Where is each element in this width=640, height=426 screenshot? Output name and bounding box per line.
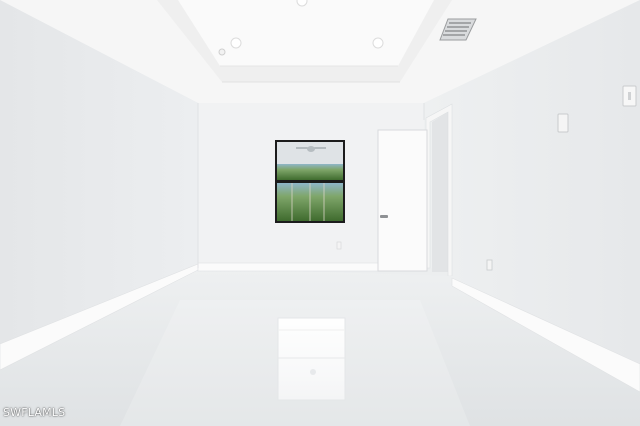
- baseboard-back: [197, 262, 379, 272]
- door-handle: [380, 215, 388, 218]
- doorway-opening: [432, 112, 448, 272]
- watermark-logo: SWFLAMLS: [3, 406, 66, 419]
- room-photo: SWFLAMLS: [0, 0, 640, 426]
- wall-outlet: [336, 241, 342, 250]
- recessed-light: [372, 37, 384, 49]
- door: [377, 129, 428, 272]
- recessed-light: [230, 37, 242, 49]
- wall-outlet: [486, 259, 493, 271]
- smoke-detector: [218, 48, 226, 56]
- room-illustration: [0, 0, 640, 426]
- recessed-light: [296, 0, 308, 7]
- tray-ceiling-inner: [178, 0, 434, 66]
- thermostat: [557, 113, 569, 133]
- window: [275, 140, 345, 223]
